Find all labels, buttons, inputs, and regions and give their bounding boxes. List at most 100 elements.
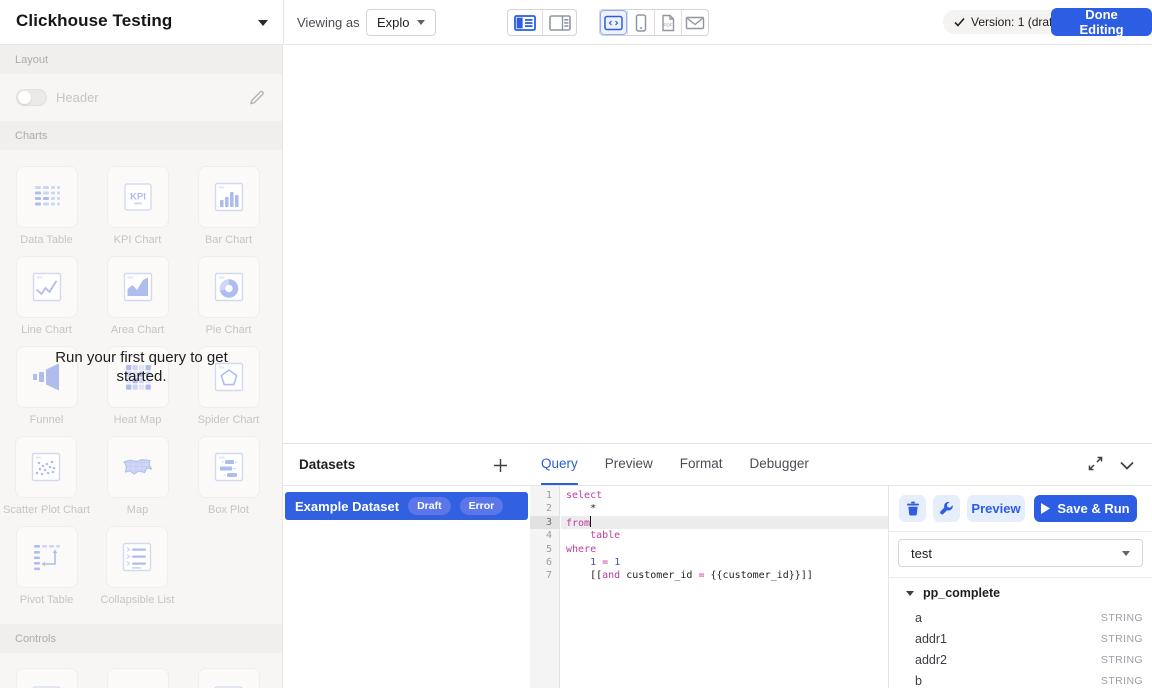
toggle-knob xyxy=(18,91,31,104)
chart-tile-box-plot[interactable]: Box Plot xyxy=(198,436,260,526)
title-caret-down-icon[interactable] xyxy=(258,20,268,26)
column-type: STRING xyxy=(1101,612,1143,624)
chart-tile-kpi-chart[interactable]: KPI KPI Chart xyxy=(107,166,169,256)
layout-right-panel-button[interactable] xyxy=(542,10,576,35)
dataset-list: Example DatasetDraftError xyxy=(285,492,528,520)
control-tiles-grid xyxy=(1,653,282,688)
chart-tile-label: Scatter Plot Chart xyxy=(3,504,90,516)
chart-tile-box xyxy=(107,436,169,498)
chart-tile-label: KPI Chart xyxy=(114,234,162,246)
collapse-panel-button[interactable] xyxy=(1119,458,1135,476)
sql-code-area[interactable]: select *from tablewhere 1 = 1 [[and cust… xyxy=(561,489,888,583)
email-mode-button[interactable] xyxy=(681,10,708,35)
tab-debugger[interactable]: Debugger xyxy=(750,444,809,485)
save-and-run-button[interactable]: Save & Run xyxy=(1034,495,1137,522)
chart-tile-label: Line Chart xyxy=(21,324,72,336)
section-header-charts: Charts xyxy=(0,121,283,150)
chart-tile-pivot-table[interactable]: Pivot Table xyxy=(16,526,78,616)
column-type: STRING xyxy=(1101,654,1143,666)
pdf-export-mode-button[interactable]: PDF xyxy=(654,10,681,35)
funnel-icon xyxy=(29,359,65,395)
desktop-embed-mode-button[interactable] xyxy=(600,10,627,35)
layout-right-icon xyxy=(549,15,571,31)
mobile-mode-button[interactable] xyxy=(627,10,654,35)
area-chart-icon xyxy=(120,269,156,305)
control-tile-box xyxy=(107,668,169,688)
line-number: 6 xyxy=(530,556,559,569)
dataset-settings-button[interactable] xyxy=(933,495,960,522)
layout-left-panel-button[interactable] xyxy=(508,10,542,35)
sql-line-5[interactable]: where xyxy=(561,543,888,556)
mobile-phone-icon xyxy=(632,14,650,32)
control-tile-dropdown[interactable] xyxy=(16,668,78,688)
sql-line-6[interactable]: 1 = 1 xyxy=(561,556,888,569)
pencil-icon xyxy=(249,89,265,105)
chart-tile-area-chart[interactable]: Area Chart xyxy=(107,256,169,346)
header-toggle-label: Header xyxy=(56,90,99,105)
schema-table-select[interactable]: test xyxy=(898,539,1143,567)
chart-tile-collapsible-list[interactable]: Collapsible List xyxy=(101,526,175,616)
save-and-run-label: Save & Run xyxy=(1057,501,1129,516)
sql-editor[interactable]: 1234567 select *from tablewhere 1 = 1 [[… xyxy=(530,486,888,688)
collapsible-list-icon xyxy=(119,539,155,575)
chart-tile-map[interactable]: Map xyxy=(107,436,169,526)
column-type: STRING xyxy=(1101,675,1143,687)
control-tile-dropdown[interactable] xyxy=(198,668,260,688)
chart-tile-label: Data Table xyxy=(20,234,72,246)
tab-query[interactable]: Query xyxy=(541,444,578,485)
bar-chart-icon xyxy=(211,179,247,215)
blank-icon xyxy=(120,681,156,688)
preview-query-button[interactable]: Preview xyxy=(967,495,1025,522)
chart-tile-label: Funnel xyxy=(30,414,64,426)
chart-tile-spider-chart[interactable]: Spider Chart xyxy=(198,346,260,436)
schema-table-header[interactable]: pp_complete xyxy=(906,586,1000,600)
chart-tile-bar-chart[interactable]: Bar Chart xyxy=(198,166,260,256)
topbar-divider xyxy=(283,0,284,44)
chart-tile-box xyxy=(198,436,260,498)
chart-tile-data-table[interactable]: Data Table xyxy=(16,166,78,256)
chart-tile-scatter-plot-chart[interactable]: Scatter Plot Chart xyxy=(3,436,90,526)
sql-line-2[interactable]: * xyxy=(561,502,888,515)
dashboard-title: Clickhouse Testing xyxy=(16,11,172,31)
chart-tile-funnel[interactable]: Funnel xyxy=(16,346,78,436)
schema-table-select-value: test xyxy=(911,546,932,561)
tab-preview[interactable]: Preview xyxy=(605,444,653,485)
chart-tile-line-chart[interactable]: Line Chart xyxy=(16,256,78,346)
chart-tile-pie-chart[interactable]: Pie Chart xyxy=(198,256,260,346)
collapse-triangle-icon xyxy=(906,591,914,596)
schema-column-a: a STRING xyxy=(889,607,1152,628)
chart-tile-box xyxy=(198,166,260,228)
edit-header-button[interactable] xyxy=(249,89,265,110)
header-toggle-switch[interactable] xyxy=(16,89,47,106)
pdf-file-icon: PDF xyxy=(659,14,677,32)
add-dataset-button[interactable] xyxy=(490,455,510,475)
schema-column-addr1: addr1 STRING xyxy=(889,628,1152,649)
control-tile-blank[interactable] xyxy=(107,668,169,688)
sql-line-7[interactable]: [[and customer_id = {{customer_id}}]] xyxy=(561,569,888,582)
bottom-panel-top-border xyxy=(283,443,1152,444)
control-tile-box xyxy=(198,668,260,688)
pivot-table-icon xyxy=(29,539,65,575)
done-editing-button[interactable]: Done Editing xyxy=(1051,8,1152,36)
email-envelope-icon xyxy=(685,15,705,31)
tab-format[interactable]: Format xyxy=(680,444,723,485)
query-editor-tabs: Query Preview Format Debugger xyxy=(530,444,1152,485)
line-number: 5 xyxy=(530,543,559,556)
chart-tile-heat-map[interactable]: Heat Map xyxy=(107,346,169,436)
dataset-row-example-dataset[interactable]: Example DatasetDraftError xyxy=(285,492,528,520)
svg-text:KPI: KPI xyxy=(130,192,146,203)
chart-tile-label: Map xyxy=(127,504,148,516)
viewing-as-select[interactable]: Explo xyxy=(366,9,436,36)
sql-line-4[interactable]: table xyxy=(561,529,888,542)
sql-line-3[interactable]: from xyxy=(561,516,888,529)
pie-chart-icon xyxy=(211,269,247,305)
delete-dataset-button[interactable] xyxy=(899,495,926,522)
sql-line-1[interactable]: select xyxy=(561,489,888,502)
chart-tile-box xyxy=(107,346,169,408)
column-type: STRING xyxy=(1101,633,1143,645)
top-bar: Clickhouse Testing Viewing as Explo xyxy=(0,0,1152,45)
element-sidebar: Layout Header Charts Data TableKPI KPI C… xyxy=(0,45,283,688)
expand-panel-button[interactable] xyxy=(1088,456,1103,476)
line-number: 7 xyxy=(530,569,559,582)
chart-tile-box xyxy=(16,346,78,408)
